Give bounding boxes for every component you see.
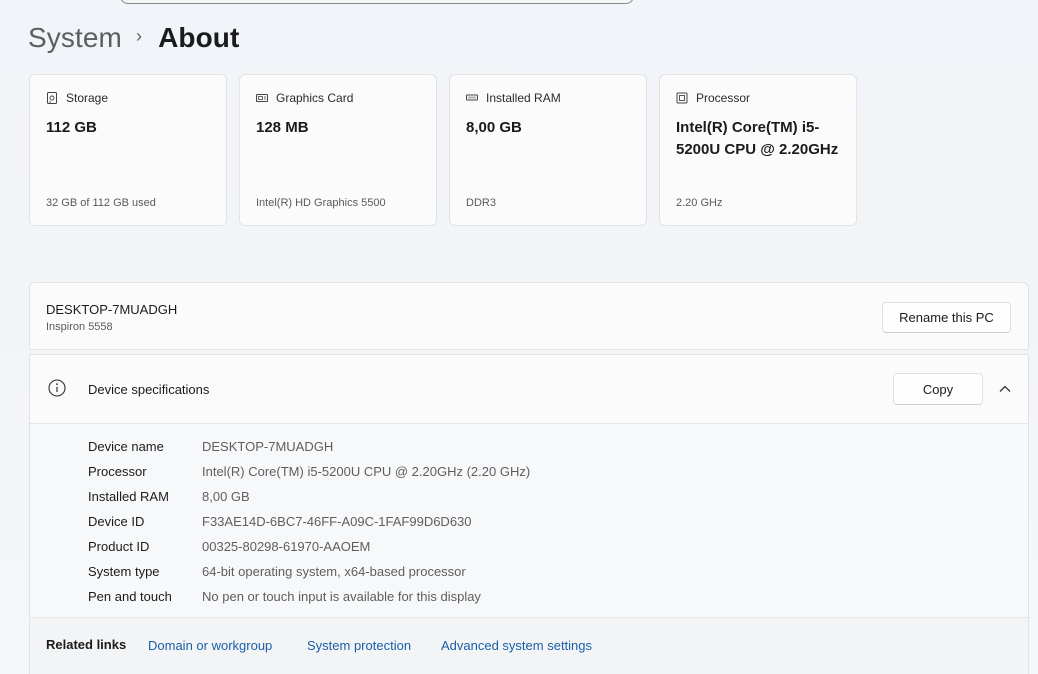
device-specifications-panel: Device specifications Copy Device name D… (29, 354, 1029, 674)
breadcrumb: System › About (28, 18, 239, 58)
spec-row-installed-ram: Installed RAM 8,00 GB (88, 484, 530, 509)
spec-label: System type (88, 564, 160, 579)
card-subtext: 32 GB of 112 GB used (46, 197, 156, 209)
domain-or-workgroup-link[interactable]: Domain or workgroup (148, 638, 272, 653)
storage-icon (47, 92, 57, 104)
card-title: Processor (696, 91, 751, 105)
pc-name-panel: DESKTOP-7MUADGH Inspiron 5558 Rename thi… (29, 282, 1029, 350)
card-subtext: 2.20 GHz (676, 197, 723, 209)
processor-card[interactable]: Processor Intel(R) Core(TM) i5-5200U CPU… (659, 74, 857, 226)
settings-about-page: System › About Storage 112 GB 32 GB of 1… (0, 0, 1038, 674)
spec-value: 00325-80298-61970-AAOEM (202, 539, 371, 554)
installed-ram-card[interactable]: Installed RAM 8,00 GB DDR3 (449, 74, 647, 226)
card-header: Graphics Card (256, 91, 353, 105)
device-specifications-title: Device specifications (88, 382, 210, 397)
graphics-card-icon (256, 94, 268, 102)
page-title: About (158, 22, 240, 53)
spec-label: Device ID (88, 514, 145, 529)
system-protection-link[interactable]: System protection (307, 638, 411, 653)
device-specifications-header[interactable]: Device specifications Copy (30, 355, 1028, 424)
spec-label: Installed RAM (88, 489, 169, 504)
advanced-system-settings-link[interactable]: Advanced system settings (441, 638, 592, 653)
hardware-summary-cards: Storage 112 GB 32 GB of 112 GB used Grap… (29, 74, 857, 226)
spec-value: DESKTOP-7MUADGH (202, 439, 334, 454)
pc-name: DESKTOP-7MUADGH (46, 302, 178, 317)
spec-value: 8,00 GB (202, 489, 250, 504)
card-header: Storage (46, 91, 108, 105)
processor-icon (676, 92, 688, 104)
ram-icon (466, 94, 478, 101)
spec-value: Intel(R) Core(TM) i5-5200U CPU @ 2.20GHz… (202, 464, 531, 479)
spec-row-pen-and-touch: Pen and touch No pen or touch input is a… (88, 584, 530, 609)
spec-label: Product ID (88, 539, 150, 554)
info-icon (48, 379, 66, 397)
graphics-card-card[interactable]: Graphics Card 128 MB Intel(R) HD Graphic… (239, 74, 437, 226)
spec-list: Device name DESKTOP-7MUADGH Processor In… (88, 434, 530, 609)
card-header: Installed RAM (466, 91, 561, 105)
card-title: Graphics Card (276, 91, 354, 105)
search-box[interactable] (120, 0, 634, 4)
spec-label: Processor (88, 464, 147, 479)
card-header: Processor (676, 91, 750, 105)
rename-pc-button[interactable]: Rename this PC (882, 302, 1011, 333)
spec-value: 64-bit operating system, x64-based proce… (202, 564, 466, 579)
breadcrumb-system[interactable]: System (28, 22, 122, 54)
spec-row-system-type: System type 64-bit operating system, x64… (88, 559, 530, 584)
related-links-label: Related links (46, 637, 127, 652)
chevron-up-icon[interactable] (998, 382, 1012, 396)
storage-card[interactable]: Storage 112 GB 32 GB of 112 GB used (29, 74, 227, 226)
spec-label: Device name (88, 439, 164, 454)
card-title: Installed RAM (486, 91, 561, 105)
related-links-bar: Related links Domain or workgroup System… (30, 617, 1028, 674)
spec-row-product-id: Product ID 00325-80298-61970-AAOEM (88, 534, 530, 559)
card-value: Intel(R) Core(TM) i5-5200U CPU @ 2.20GHz (676, 119, 839, 158)
spec-row-processor: Processor Intel(R) Core(TM) i5-5200U CPU… (88, 459, 530, 484)
copy-button[interactable]: Copy (893, 373, 983, 405)
card-value: 8,00 GB (466, 119, 522, 136)
spec-label: Pen and touch (88, 589, 172, 604)
spec-row-device-name: Device name DESKTOP-7MUADGH (88, 434, 530, 459)
card-value: 128 MB (256, 119, 309, 136)
breadcrumb-separator: › (135, 25, 143, 46)
spec-value: No pen or touch input is available for t… (202, 589, 481, 604)
card-title: Storage (66, 91, 109, 105)
spec-value: F33AE14D-6BC7-46FF-A09C-1FAF99D6D630 (202, 514, 472, 529)
pc-model: Inspiron 5558 (46, 321, 113, 333)
card-subtext: DDR3 (466, 197, 496, 209)
card-subtext: Intel(R) HD Graphics 5500 (256, 197, 386, 209)
card-value: 112 GB (46, 119, 97, 136)
spec-row-device-id: Device ID F33AE14D-6BC7-46FF-A09C-1FAF99… (88, 509, 530, 534)
